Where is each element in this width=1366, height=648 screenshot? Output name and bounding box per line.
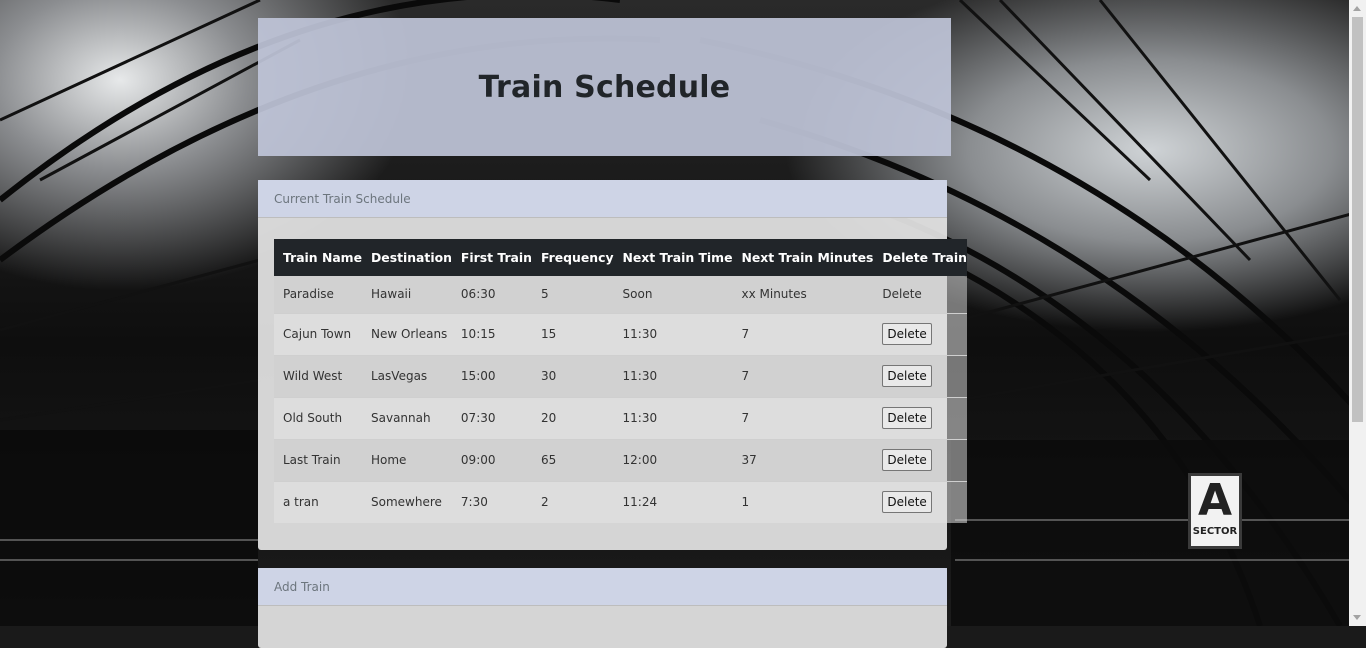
table-row: Wild West LasVegas 15:00 30 11:30 7 Dele…	[274, 355, 967, 397]
cell-next-train-time: Soon	[622, 287, 653, 302]
cell-frequency: 2	[541, 495, 549, 510]
column-header-next-train-minutes: Next Train Minutes	[732, 239, 874, 276]
cell-train-name: a tran	[283, 495, 319, 510]
delete-button[interactable]: Delete	[882, 491, 932, 514]
cell-first-train: 06:30	[460, 287, 496, 302]
scroll-down-arrow-icon[interactable]	[1353, 615, 1361, 620]
page-scrollbar[interactable]	[1349, 0, 1366, 626]
cell-next-train-time: 12:00	[622, 453, 658, 467]
table-row: Last Train Home 09:00 65 12:00 37 Delete	[274, 439, 967, 481]
add-train-card: Add Train	[258, 568, 947, 648]
cell-train-name: Cajun Town	[283, 327, 352, 341]
cell-next-train-time: 11:24	[622, 495, 658, 510]
cell-destination: Home	[371, 453, 407, 467]
column-header-destination: Destination	[362, 239, 452, 276]
delete-button[interactable]: Delete	[882, 449, 932, 471]
delete-button[interactable]: Delete	[882, 365, 932, 387]
cell-destination: Savannah	[371, 411, 431, 425]
add-train-card-header: Add Train	[258, 568, 947, 606]
cell-frequency: 5	[541, 287, 549, 302]
cell-train-name: Wild West	[283, 369, 343, 383]
cell-delete: Delete	[873, 313, 967, 355]
cell-first-train: 15:00	[460, 369, 496, 383]
cell-delete: Delete	[873, 481, 967, 523]
cell-first-train: 10:15	[460, 327, 496, 341]
schedule-table: Train Name Destination First Train Frequ…	[274, 239, 967, 523]
table-row: Cajun Town New Orleans 10:15 15 11:30 7 …	[274, 313, 967, 355]
cell-first-train: 7:30	[460, 495, 488, 510]
sector-sign-letter: A	[1197, 475, 1233, 526]
cell-next-train-time: 11:30	[622, 369, 658, 383]
table-row: Old South Savannah 07:30 20 11:30 7 Dele…	[274, 397, 967, 439]
cell-destination: Somewhere	[371, 495, 442, 510]
cell-next-train-minutes: 7	[741, 327, 750, 341]
schedule-card: Current Train Schedule Train Name Destin…	[258, 180, 967, 550]
page-title: Train Schedule	[478, 69, 731, 105]
cell-next-train-minutes: 37	[741, 453, 757, 467]
cell-next-train-time: 11:30	[622, 411, 658, 425]
table-row: Paradise Hawaii 06:30 5 Soon xx Minutes …	[274, 276, 967, 313]
cell-next-train-minutes: xx Minutes	[741, 287, 807, 302]
cell-delete: Delete	[873, 355, 967, 397]
cell-delete: Delete	[873, 397, 967, 439]
schedule-card-header: Current Train Schedule	[258, 180, 947, 218]
cell-next-train-minutes: 1	[741, 495, 750, 510]
cell-frequency: 20	[541, 411, 557, 425]
column-header-train-name: Train Name	[274, 239, 362, 276]
delete-button[interactable]: Delete	[882, 407, 932, 429]
scrollbar-thumb[interactable]	[1352, 17, 1363, 422]
cell-train-name: Last Train	[283, 453, 341, 467]
scroll-up-arrow-icon[interactable]	[1353, 6, 1361, 11]
cell-delete: Delete	[873, 439, 967, 481]
cell-first-train: 09:00	[460, 453, 496, 467]
cell-next-train-minutes: 7	[741, 369, 750, 383]
cell-destination: New Orleans	[371, 327, 448, 341]
sector-sign-text: SECTOR	[1192, 526, 1238, 537]
column-header-next-train-time: Next Train Time	[613, 239, 733, 276]
cell-delete-text: Delete	[882, 287, 922, 302]
cell-first-train: 07:30	[460, 411, 496, 425]
delete-button[interactable]: Delete	[882, 323, 932, 345]
column-header-frequency: Frequency	[532, 239, 614, 276]
cell-frequency: 15	[541, 327, 557, 341]
sector-sign: A SECTOR	[1188, 473, 1242, 549]
table-row: a tran Somewhere 7:30 2 11:24 1 Delete	[274, 481, 967, 523]
page-header: Train Schedule	[258, 18, 951, 156]
table-header-row: Train Name Destination First Train Frequ…	[274, 239, 967, 276]
cell-frequency: 30	[541, 369, 557, 383]
cell-destination: Hawaii	[371, 287, 412, 302]
column-header-first-train: First Train	[451, 239, 532, 276]
cell-next-train-minutes: 7	[741, 411, 750, 425]
column-header-delete-train: Delete Train	[873, 239, 967, 276]
cell-next-train-time: 11:30	[622, 327, 658, 341]
cell-train-name: Old South	[283, 411, 343, 425]
cell-destination: LasVegas	[371, 369, 428, 383]
cell-frequency: 65	[541, 453, 557, 467]
cell-train-name: Paradise	[283, 287, 334, 302]
